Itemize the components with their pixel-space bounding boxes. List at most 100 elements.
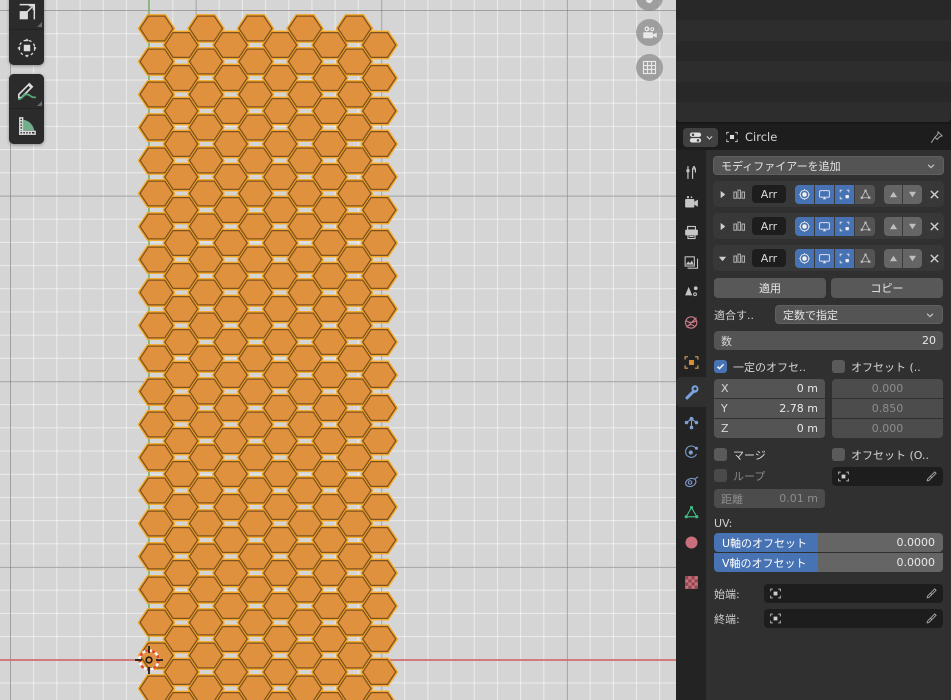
modifier-name-field[interactable]: Arr (752, 185, 786, 203)
tab-output[interactable] (676, 217, 706, 247)
eyedropper-icon[interactable] (925, 612, 938, 625)
merge-toggle-row[interactable]: マージ (714, 446, 825, 463)
tab-particles[interactable] (676, 407, 706, 437)
toggle-on-cage-icon[interactable] (855, 248, 875, 268)
relative-offset-toggle-row[interactable]: オフセット (.. (832, 358, 943, 375)
loop-checkbox[interactable] (714, 469, 727, 482)
viewport-toolbar[interactable] (9, 0, 44, 153)
axis-value: 0 m (796, 382, 818, 395)
toggle-on-cage-icon[interactable] (855, 184, 875, 204)
pin-icon[interactable] (929, 130, 944, 145)
modifier-row[interactable]: Arr (713, 181, 944, 207)
object-offset-toggle-row[interactable]: オフセット (O.. (832, 446, 943, 463)
outliner-editor[interactable] (676, 0, 951, 122)
outliner-row (676, 82, 951, 102)
delete-modifier-icon[interactable] (929, 221, 940, 232)
modifier-row[interactable]: Arr (713, 245, 944, 271)
properties-tab-strip[interactable] (676, 150, 706, 700)
constant-offset-y-field[interactable]: Y 2.78 m (714, 399, 825, 418)
outliner-row (676, 41, 951, 61)
expand-triangle-icon[interactable] (718, 190, 727, 199)
uv-u-offset-value[interactable]: 0.0000 (818, 533, 943, 552)
loop-toggle-row[interactable]: ループ (714, 467, 825, 484)
annotate-tool-button[interactable] (9, 74, 44, 109)
toggle-edit-mode-icon[interactable] (835, 184, 855, 204)
constant-offset-x-field[interactable]: X 0 m (714, 379, 825, 398)
move-up-icon[interactable] (884, 248, 903, 268)
tab-texture[interactable] (676, 567, 706, 597)
constant-offset-toggle-row[interactable]: 一定のオフセ.. (714, 358, 825, 375)
uv-v-offset-label: V軸のオフセット (714, 553, 818, 572)
tab-physics[interactable] (676, 437, 706, 467)
tab-material[interactable] (676, 527, 706, 557)
transform-tool-button[interactable] (9, 30, 44, 65)
measure-tool-button[interactable] (9, 109, 44, 144)
toggle-edit-mode-icon[interactable] (835, 216, 855, 236)
relative-offset-y-field[interactable]: 0.850 (832, 399, 943, 418)
scale-tool-button[interactable] (9, 0, 44, 30)
3d-viewport[interactable] (0, 0, 676, 700)
delete-modifier-icon[interactable] (929, 253, 940, 264)
toggle-viewport-icon[interactable] (815, 184, 835, 204)
uv-u-offset-row[interactable]: U軸のオフセット 0.0000 (714, 533, 943, 552)
editor-type-selector[interactable] (683, 127, 718, 147)
expand-triangle-icon[interactable] (718, 222, 727, 231)
toggle-render-icon[interactable] (795, 248, 815, 268)
merge-distance-field[interactable]: 距離 0.01 m (714, 489, 825, 508)
end-cap-label: 終端: (714, 612, 740, 626)
move-down-icon[interactable] (903, 184, 922, 204)
toggle-on-cage-icon[interactable] (855, 216, 875, 236)
constant-offset-z-field[interactable]: Z 0 m (714, 419, 825, 438)
modifier-name-field[interactable]: Arr (752, 249, 786, 267)
toggle-viewport-icon[interactable] (815, 248, 835, 268)
tab-constraints[interactable] (676, 467, 706, 497)
tab-render[interactable] (676, 187, 706, 217)
eyedropper-icon[interactable] (925, 470, 938, 483)
hexagon-array-mesh[interactable] (0, 0, 676, 700)
collapse-triangle-icon[interactable] (718, 254, 727, 263)
tab-scene[interactable] (676, 277, 706, 307)
object-offset-checkbox[interactable] (832, 448, 845, 461)
toggle-render-icon[interactable] (795, 216, 815, 236)
loop-label: ループ (733, 469, 766, 483)
camera-icon[interactable] (636, 19, 663, 46)
merge-checkbox[interactable] (714, 448, 727, 461)
tab-view-layer[interactable] (676, 247, 706, 277)
tab-world[interactable] (676, 307, 706, 337)
uv-section-label: UV: (714, 517, 733, 530)
eyedropper-icon[interactable] (925, 587, 938, 600)
tab-modifiers[interactable] (676, 377, 706, 407)
tab-object-data[interactable] (676, 497, 706, 527)
copy-button[interactable]: コピー (831, 278, 943, 298)
relative-offset-z-field[interactable]: 0.000 (832, 419, 943, 438)
move-down-icon[interactable] (903, 216, 922, 236)
fit-type-dropdown[interactable]: 定数で指定 (775, 305, 943, 324)
add-modifier-dropdown[interactable]: モディファイアーを追加 (713, 156, 944, 175)
apply-button[interactable]: 適用 (714, 278, 826, 298)
tab-object[interactable] (676, 347, 706, 377)
grid-icon[interactable] (636, 54, 663, 81)
object-data-icon (726, 131, 738, 143)
delete-modifier-icon[interactable] (929, 189, 940, 200)
toggle-render-icon[interactable] (795, 184, 815, 204)
relative-offset-checkbox[interactable] (832, 360, 845, 373)
modifier-row[interactable]: Arr (713, 213, 944, 239)
relative-offset-x-field[interactable]: 0.000 (832, 379, 943, 398)
object-offset-object-field[interactable] (832, 467, 943, 486)
modifier-name-field[interactable]: Arr (752, 217, 786, 235)
constant-offset-checkbox[interactable] (714, 360, 727, 373)
toggle-edit-mode-icon[interactable] (835, 248, 855, 268)
hand-icon[interactable] (636, 0, 663, 11)
end-cap-field[interactable] (764, 609, 943, 628)
move-up-icon[interactable] (884, 216, 903, 236)
modifier-properties-panel: モディファイアーを追加 Arr Arr Arr 適用 コピー 適合す.. 定数で… (706, 150, 951, 700)
move-up-icon[interactable] (884, 184, 903, 204)
count-field[interactable]: 数 20 (714, 331, 943, 350)
toggle-viewport-icon[interactable] (815, 216, 835, 236)
viewport-gizmo-group[interactable] (636, 0, 663, 81)
uv-v-offset-value[interactable]: 0.0000 (818, 553, 943, 572)
uv-v-offset-row[interactable]: V軸のオフセット 0.0000 (714, 553, 943, 572)
move-down-icon[interactable] (903, 248, 922, 268)
tab-tool[interactable] (676, 157, 706, 187)
start-cap-field[interactable] (764, 584, 943, 603)
